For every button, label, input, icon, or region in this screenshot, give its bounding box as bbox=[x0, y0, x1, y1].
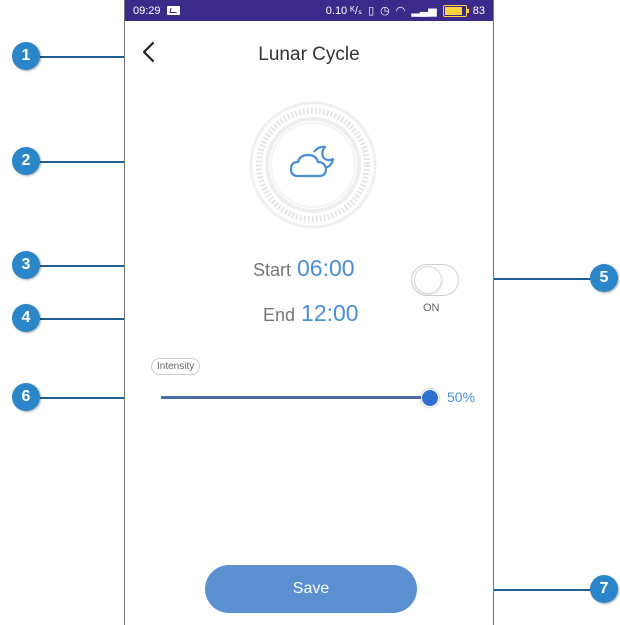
toggle-knob bbox=[414, 266, 442, 294]
battery-icon bbox=[442, 4, 469, 17]
message-icon bbox=[166, 6, 180, 15]
callout-4: 4 bbox=[12, 304, 40, 332]
intensity-value: 50% bbox=[447, 389, 476, 405]
end-label: End bbox=[263, 305, 296, 325]
vibrate-icon: ▯ bbox=[368, 5, 375, 17]
status-bar: 09:29 0.10 ᴷ/ₛ ▯ ◷ ◠ ▂▃▅ 83 bbox=[125, 0, 493, 21]
start-time-value[interactable]: 06:00 bbox=[297, 255, 355, 281]
phone-screen: 09:29 0.10 ᴷ/ₛ ▯ ◷ ◠ ▂▃▅ 83 Lunar Cycle bbox=[124, 0, 494, 625]
page-title: Lunar Cycle bbox=[258, 44, 360, 65]
save-button[interactable]: Save bbox=[205, 565, 417, 613]
status-indicators: 0.10 ᴷ/ₛ ▯ ◷ ◠ ▂▃▅ 83 bbox=[326, 0, 485, 21]
intensity-slider-handle[interactable] bbox=[421, 389, 439, 407]
mode-icon-circle bbox=[248, 100, 378, 230]
on-off-toggle[interactable] bbox=[411, 264, 459, 296]
battery-level: 83 bbox=[472, 4, 485, 17]
callout-7: 7 bbox=[590, 575, 618, 603]
callout-line-6 bbox=[40, 397, 136, 399]
wifi-icon: ◠ bbox=[395, 5, 406, 17]
callout-1: 1 bbox=[12, 42, 40, 70]
callout-6: 6 bbox=[12, 383, 40, 411]
callout-3: 3 bbox=[12, 251, 40, 279]
intensity-label: Intensity bbox=[151, 358, 201, 375]
end-time-value[interactable]: 12:00 bbox=[301, 300, 359, 326]
callout-2: 2 bbox=[12, 147, 40, 175]
start-label: Start bbox=[253, 260, 292, 280]
toggle-label: ON bbox=[423, 302, 440, 314]
network-speed: 0.10 ᴷ/ₛ bbox=[325, 5, 363, 17]
start-time-row: Start 06:00 bbox=[253, 255, 355, 282]
callout-line-5 bbox=[490, 278, 596, 280]
status-time: 09:29 bbox=[133, 4, 161, 17]
callout-5: 5 bbox=[590, 264, 618, 292]
signal-icon: ▂▃▅ bbox=[411, 5, 437, 17]
end-time-row: End 12:00 bbox=[263, 300, 359, 327]
alarm-icon: ◷ bbox=[380, 5, 390, 17]
intensity-slider-track[interactable] bbox=[161, 396, 429, 399]
